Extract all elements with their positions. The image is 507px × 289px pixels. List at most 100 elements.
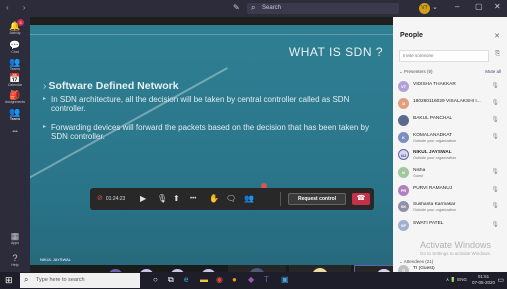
person-row[interactable]: VT VIDISHA THAKKAR 🎙 — [398, 79, 503, 95]
rail-label: Teams — [9, 67, 21, 71]
avatar: K — [398, 132, 409, 143]
rail-item-teams-active[interactable]: 👥 Teams — [0, 107, 30, 121]
clock[interactable]: 01:51 07-05-2020 — [472, 274, 495, 286]
person-name: BAKUL PANCHAL — [413, 116, 453, 121]
assignments-icon: 🎒 — [9, 90, 21, 100]
request-control-button[interactable]: Request control — [288, 193, 346, 205]
camera-off-icon[interactable]: ▶︎ — [140, 188, 146, 210]
person-row[interactable]: 1I 180280116029 VISALAKSHI I... 🎙 — [398, 96, 503, 112]
rail-label: Assignments — [4, 100, 26, 104]
participants-icon[interactable]: 👥 — [244, 188, 254, 210]
windows-start-icon[interactable]: ⊞ — [5, 275, 13, 286]
cortana-icon[interactable]: ○ — [153, 275, 158, 284]
share-link-icon[interactable]: ⎘ — [495, 51, 500, 58]
presenters-label: Presenters (9) — [404, 69, 433, 74]
app-rail: 🔔 3 Activity 💬 Chat 👥 Teams 📅 Calendar 🎒… — [0, 17, 30, 272]
meeting-timer: ⊘ 01:24:23 — [97, 188, 125, 210]
edge-icon[interactable]: e — [184, 275, 188, 284]
slide-bullet-text: Forwarding devices will forward the pack… — [51, 123, 369, 141]
close-window-button[interactable]: ✕ — [494, 2, 501, 11]
person-name: NIKUL JAYSWAL — [413, 150, 452, 155]
avatar — [398, 115, 409, 126]
person-row[interactable]: SP SWATI PATEL 🎙 — [398, 218, 503, 234]
search-placeholder: Search — [262, 5, 282, 11]
bullet-icon: ▸ — [43, 124, 47, 130]
avatar: VT — [398, 81, 409, 92]
minimize-button[interactable]: – — [455, 2, 459, 11]
person-row[interactable]: K KOMALANADKAT Outside your organization… — [398, 130, 503, 146]
taskbar-search[interactable]: ⌕ Type here to search — [20, 273, 140, 288]
rail-label: Activity — [9, 31, 21, 35]
person-name: PURVI RAMANUJ — [413, 186, 453, 191]
mic-off-icon[interactable]: 🎙 — [491, 221, 499, 228]
raise-hand-icon[interactable]: ✋ — [209, 188, 219, 210]
rail-item-activity[interactable]: 🔔 3 Activity — [0, 19, 30, 35]
search-box[interactable]: ⌕ Search — [247, 3, 399, 14]
rail-item-more[interactable]: ••• — [0, 127, 30, 137]
meeting-controls: ⊘ 01:24:23 ▶︎ 🎙 ⬆ ••• ✋ 🗨 👥 Request contr… — [90, 188, 374, 210]
app-icon[interactable]: ◆ — [248, 275, 254, 284]
presenters-header[interactable]: ⌄ Presenters (9) — [399, 69, 433, 75]
chevron-down-icon[interactable]: ⌄ — [432, 3, 438, 11]
rail-label: Chat — [11, 50, 19, 54]
mic-off-icon[interactable]: 🎙 — [491, 99, 499, 106]
app-icon[interactable]: ● — [232, 275, 237, 284]
person-name: Sushanta Karmakar — [413, 202, 456, 207]
record-icon: ⊘ — [97, 195, 103, 202]
mic-off-icon[interactable]: 🎙 — [491, 202, 499, 209]
notification-icon[interactable]: ▭ — [497, 276, 504, 284]
maximize-button[interactable]: ▢ — [475, 2, 483, 11]
rail-label: Help — [11, 263, 19, 267]
compose-icon[interactable]: ✎ — [233, 3, 240, 12]
mic-off-icon[interactable]: 🎙 — [491, 186, 499, 193]
file-explorer-icon[interactable]: ▬ — [200, 275, 208, 284]
hang-up-button[interactable]: ☎ — [352, 193, 370, 205]
mic-off-icon[interactable]: 🎙 — [491, 82, 499, 89]
taskbar: ⊞ ⌕ Type here to search ○ ⧉ e ▬ ◉ ● ◆ T … — [0, 272, 507, 289]
back-forward-buttons[interactable]: ‹ › — [6, 3, 32, 12]
search-icon: ⌕ — [251, 3, 256, 12]
close-icon[interactable]: ✕ — [494, 32, 500, 40]
app-icon[interactable]: ▣ — [281, 275, 289, 284]
user-avatar[interactable]: VT — [419, 3, 430, 14]
apps-icon: ▦ — [10, 231, 20, 241]
rail-item-help[interactable]: ? Help — [0, 253, 30, 267]
share-icon[interactable]: ⬆ — [173, 188, 180, 210]
people-panel: People ✕ Invite someone ⎘ ⌄ Presenters (… — [393, 17, 507, 272]
search-icon: ⌕ — [24, 275, 29, 284]
person-row[interactable]: SK Sushanta Karmakar Outside your organi… — [398, 199, 503, 215]
rail-item-teams[interactable]: 👥 Teams — [0, 57, 30, 71]
person-row[interactable]: TI TI (Guest) — [398, 263, 503, 272]
rail-item-apps[interactable]: ▦ Apps — [0, 231, 30, 245]
teams-icon: 👥 — [9, 107, 21, 117]
presenter-name: NIKUL JAYSWAL — [40, 257, 71, 262]
teams-icon: 👥 — [9, 57, 21, 67]
chrome-icon[interactable]: ◉ — [216, 275, 223, 284]
person-row[interactable]: N Nisha Guest 🎙 — [398, 165, 503, 181]
teams-taskbar-icon[interactable]: T — [264, 275, 269, 284]
task-view-icon[interactable]: ⧉ — [168, 275, 174, 285]
rail-item-assignments[interactable]: 🎒 Assignments — [0, 90, 30, 104]
mic-off-icon[interactable]: 🎙 — [491, 133, 499, 140]
rail-item-chat[interactable]: 💬 Chat — [0, 40, 30, 54]
mic-off-icon[interactable]: 🎙 — [491, 116, 499, 123]
title-bar: ‹ › ✎ ⌕ Search VT ⌄ – ▢ ✕ — [0, 0, 507, 17]
person-row[interactable]: NJ NIKUL JAYSWAL Outside your organizati… — [398, 147, 503, 163]
invite-input[interactable]: Invite someone — [399, 50, 489, 62]
more-icon: ••• — [12, 129, 18, 135]
activation-watermark: Activate Windows — [420, 240, 492, 250]
mic-off-icon[interactable]: 🎙 — [157, 188, 167, 210]
person-row[interactable]: PR PURVI RAMANUJ 🎙 — [398, 183, 503, 199]
chat-icon[interactable]: 🗨 — [226, 188, 236, 210]
mic-off-icon[interactable]: 🎙 — [491, 168, 499, 175]
slide-bullet: ▸ In SDN architecture, all the decision … — [43, 95, 381, 113]
avatar: 1I — [398, 98, 409, 109]
person-row[interactable]: BAKUL PANCHAL 🎙 — [398, 113, 503, 129]
person-name: Nisha — [413, 168, 426, 173]
system-tray[interactable]: ∧ 🔋 ENG — [446, 277, 467, 283]
slide-bullet: ▸ Forwarding devices will forward the pa… — [43, 123, 381, 141]
activity-badge: 3 — [17, 19, 24, 26]
rail-item-calendar[interactable]: 📅 Calendar — [0, 73, 30, 87]
more-options-icon[interactable]: ••• — [190, 188, 196, 210]
mute-all-button[interactable]: Mute all — [485, 69, 501, 74]
